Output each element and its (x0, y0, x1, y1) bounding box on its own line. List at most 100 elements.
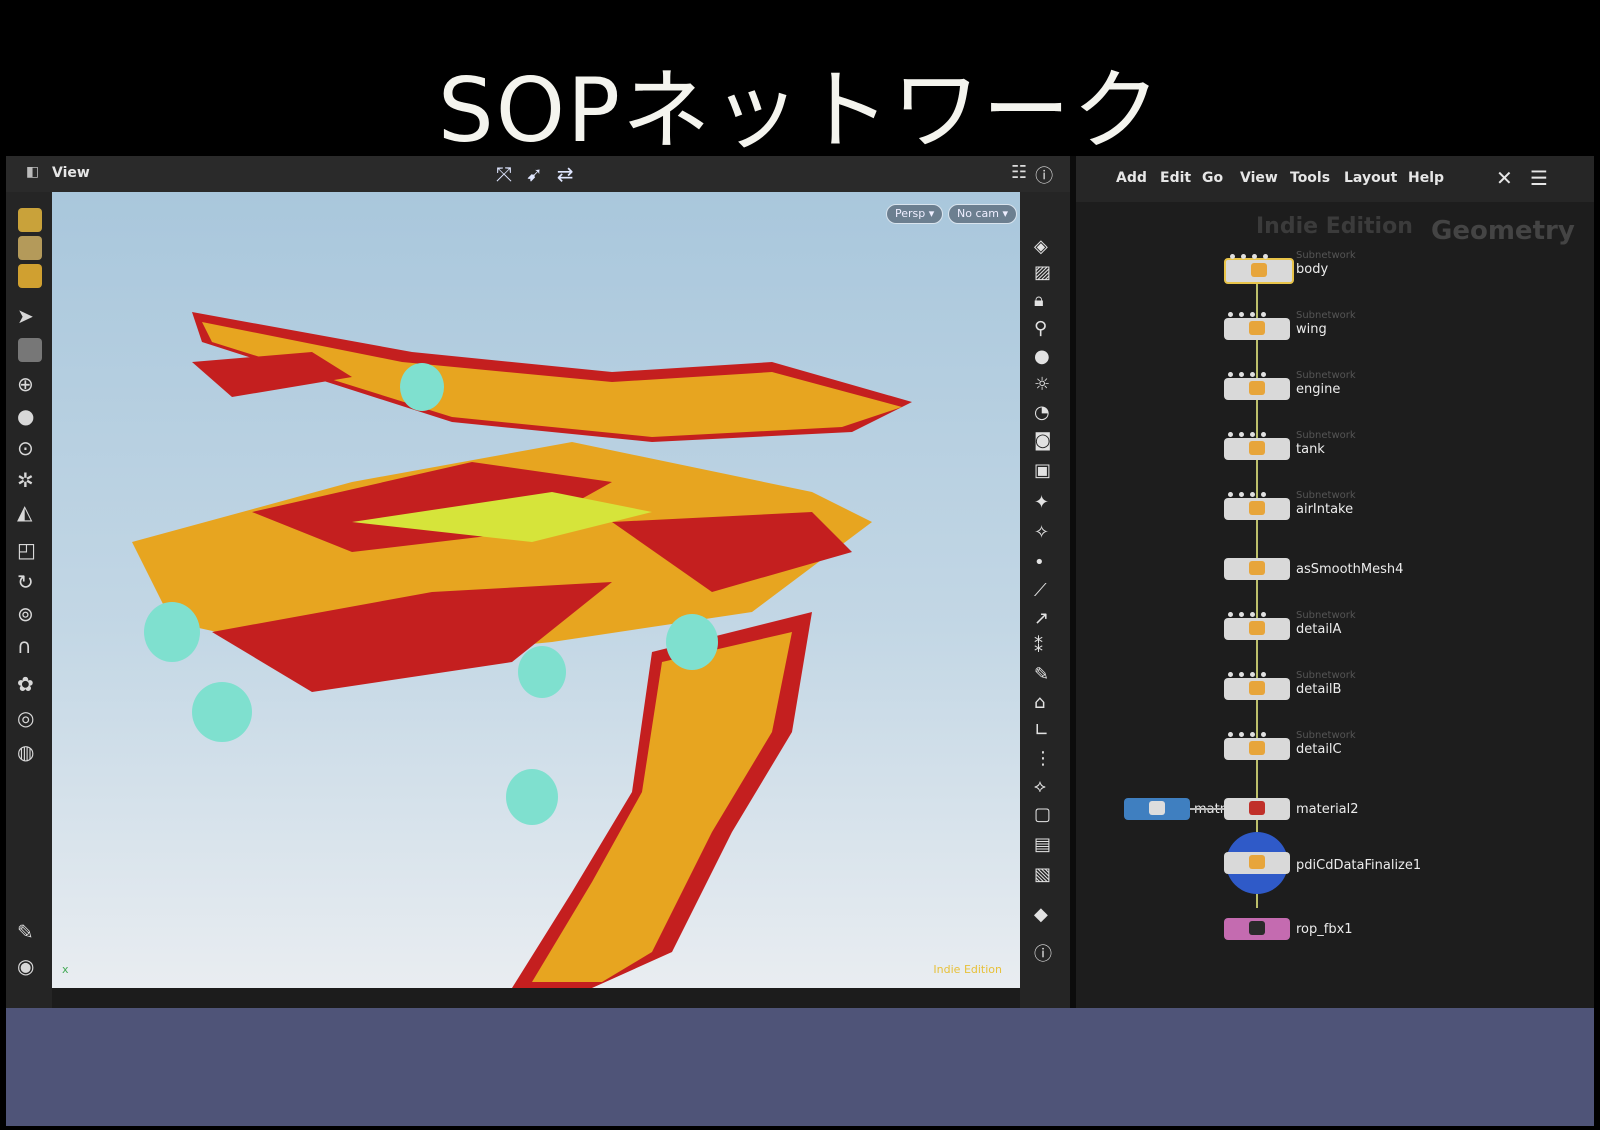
menu-edit[interactable]: Edit (1160, 170, 1191, 186)
vector-icon[interactable]: ↗ (1034, 608, 1049, 629)
menu-add[interactable]: Add (1116, 170, 1147, 186)
node-rop-fbx1[interactable] (1224, 918, 1290, 940)
text-icon[interactable]: ▤ (1034, 834, 1051, 855)
display-icon[interactable]: ◈ (1034, 236, 1048, 257)
node-assmoothmesh4[interactable] (1224, 558, 1290, 580)
help-icon[interactable]: ⓘ (1035, 162, 1053, 188)
lock-tool-icon[interactable] (18, 338, 42, 362)
node-name-label: tank (1296, 442, 1325, 457)
slide-title: SOPネットワーク (437, 59, 1163, 162)
pin-icon[interactable]: ⚲ (1034, 318, 1047, 339)
square-icon[interactable]: ▢ (1034, 804, 1051, 825)
scene-viewport[interactable]: Persp ▾ No cam ▾ x Indie Edition (52, 192, 1020, 988)
light-icon[interactable]: ☼ (1034, 374, 1050, 395)
image-icon[interactable]: ▧ (1034, 864, 1051, 885)
bulb-icon[interactable]: ◔ (1034, 402, 1050, 423)
engine-nozzle (518, 646, 566, 698)
info-icon[interactable]: ⓘ (1034, 940, 1052, 966)
node-detailb[interactable] (1224, 672, 1290, 700)
node-matnet[interactable] (1124, 798, 1190, 820)
node-airintake[interactable] (1224, 492, 1290, 520)
shading-icon[interactable]: ▨ (1034, 262, 1051, 283)
bone-tool-icon[interactable]: ✲ (17, 468, 34, 492)
engine-nozzle (400, 363, 444, 411)
menu-help[interactable]: Help (1408, 170, 1444, 186)
lock-icon[interactable]: 🔒︎ (1034, 290, 1044, 311)
aircraft-model (132, 312, 912, 988)
menu-go[interactable]: Go (1202, 170, 1223, 186)
orbit-tool-icon[interactable]: ↻ (17, 570, 34, 594)
shelf-icon[interactable]: ⌂ (1034, 692, 1045, 713)
node-name-label: airIntake (1296, 502, 1354, 517)
select-tool-icon[interactable]: ➤ (17, 304, 34, 328)
node-tank[interactable] (1224, 432, 1290, 460)
render-tool-icon[interactable]: ◍ (17, 740, 34, 764)
tree-icon[interactable]: ☰ (1530, 166, 1548, 190)
camera-view-icon[interactable]: ◙ (1034, 430, 1051, 451)
snap-grid-icon[interactable]: ⊚ (17, 602, 34, 626)
subnet-icon (1249, 741, 1265, 755)
node-type-label: Subnetwork (1296, 730, 1356, 741)
angle-icon[interactable]: ∟ (1034, 720, 1049, 741)
grid-tool-icon[interactable] (18, 236, 42, 260)
node-material2[interactable] (1224, 798, 1290, 820)
menu-layout[interactable]: Layout (1344, 170, 1397, 186)
branch-icon[interactable]: ⟡ (1034, 776, 1046, 797)
pose-tool-icon[interactable]: ⊕ (17, 372, 34, 396)
normals-icon[interactable]: ✧ (1034, 522, 1049, 543)
number-icon[interactable]: ⁑ (1034, 636, 1043, 657)
node-detailc[interactable] (1224, 732, 1290, 760)
node-engine[interactable] (1224, 372, 1290, 400)
camera-menu[interactable]: No cam ▾ (948, 204, 1017, 224)
wrench-icon[interactable]: ✕ (1496, 166, 1513, 190)
marker-icon[interactable]: ◆ (1034, 904, 1048, 925)
subnet-icon (1249, 681, 1265, 695)
viewer-tab-label[interactable]: View (52, 165, 90, 181)
node-body[interactable] (1224, 254, 1294, 284)
node-name-label: wing (1296, 322, 1327, 337)
point-icon[interactable]: • (1034, 552, 1045, 573)
node-name-label: body (1296, 262, 1329, 277)
sphere-icon[interactable]: ● (1034, 346, 1050, 367)
handle-tool-icon[interactable]: ⊙ (17, 436, 34, 460)
subnet-icon (1249, 321, 1265, 335)
node-name-label: detailB (1296, 682, 1342, 697)
select-transform-icon[interactable]: ⤧ (496, 162, 512, 186)
group-tool-icon[interactable]: ✿ (17, 672, 34, 696)
node-name-label: rop_fbx1 (1296, 922, 1353, 937)
display-options-icon[interactable]: ☷ (1011, 162, 1027, 188)
edge-icon[interactable]: ⟋ (1034, 580, 1047, 601)
node-wing[interactable] (1224, 312, 1290, 340)
right-tool-shelf: ◈ ▨ 🔒︎ ⚲ ● ☼ ◔ ◙ ▣ ✦ ✧ • ⟋ ↗ ⁑ ✎ ⌂ ∟ ⋮ ⟡… (1020, 192, 1070, 1008)
paint-icon[interactable]: ✎ (1034, 664, 1049, 685)
paint-tool-icon[interactable]: ✎ (17, 920, 34, 944)
frame-icon[interactable]: ▣ (1034, 460, 1051, 481)
node-detaila[interactable] (1224, 612, 1290, 640)
sphere-tool-icon[interactable]: ● (17, 404, 34, 428)
drum-tool-icon[interactable]: ◉ (17, 954, 34, 978)
geo-icon[interactable]: ✦ (1034, 492, 1049, 513)
camera-tool-icon[interactable]: ◰ (17, 538, 36, 562)
engine-nozzle (144, 602, 200, 662)
node-pdicddatafinalize1[interactable] (1224, 852, 1290, 874)
menu-tools[interactable]: Tools (1290, 170, 1330, 186)
target-tool-icon[interactable]: ◎ (17, 706, 34, 730)
engine-nozzle (666, 614, 718, 670)
projector-bottom-band (6, 1008, 1594, 1126)
grid-icon[interactable]: ⋮ (1034, 748, 1052, 769)
lower-wing (532, 632, 792, 982)
perspective-menu[interactable]: Persp ▾ (886, 204, 944, 224)
brush-tool-icon[interactable]: ◭ (17, 500, 32, 524)
magnet-icon[interactable]: ∩ (17, 634, 32, 658)
select-arrow-icon[interactable]: ➹ (526, 162, 543, 186)
subnet-icon (1249, 621, 1265, 635)
snap-tool-icon[interactable] (18, 264, 42, 288)
swap-icon[interactable]: ⇄ (557, 162, 574, 186)
node-name-label: detailC (1296, 742, 1342, 757)
view-tool-icon[interactable] (18, 208, 42, 232)
node-name-label: detailA (1296, 622, 1342, 637)
viewer-toolbar: ◧ View ⤧ ➹ ⇄ ☷ ⓘ (6, 156, 1070, 193)
menu-view[interactable]: View (1240, 170, 1278, 186)
network-editor[interactable]: Indie Edition Geometry Subnetwork body S… (1076, 202, 1594, 1008)
viewer-right-tools: ☷ ⓘ (1011, 162, 1053, 188)
